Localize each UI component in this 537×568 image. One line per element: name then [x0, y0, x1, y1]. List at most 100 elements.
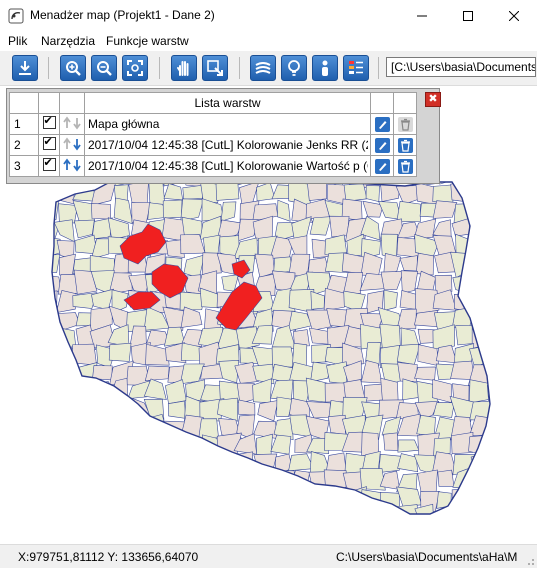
district-region — [198, 418, 219, 439]
path-field[interactable]: [C:\Users\basia\Documents\aHa\M — [386, 57, 536, 77]
layer-order-arrows[interactable] — [59, 155, 85, 177]
toolbar-separator — [48, 57, 49, 79]
district-region — [145, 503, 168, 514]
edit-layer-button[interactable] — [370, 155, 394, 177]
download-button[interactable] — [12, 55, 38, 81]
layers-panel[interactable]: Lista warstw 1 Mapa główna 2 — [6, 88, 441, 184]
district-region — [256, 433, 273, 456]
district-region — [52, 343, 57, 366]
layer-name[interactable]: 2017/10/04 12:45:38 [CutL] Kolorowanie J… — [84, 134, 371, 156]
district-region — [201, 449, 225, 476]
layer-row[interactable]: 2 2017/10/04 12:45:38 [CutL] Kolorowanie… — [9, 134, 417, 156]
district-region — [91, 203, 112, 220]
district-region — [183, 254, 205, 279]
district-region — [220, 201, 237, 222]
district-region — [127, 487, 148, 508]
district-region — [167, 400, 186, 419]
layer-name-text: Mapa główna — [88, 117, 160, 131]
zoom-extent-button[interactable] — [122, 55, 148, 81]
layer-name[interactable]: 2017/10/04 12:45:38 [CutL] Kolorowanie W… — [84, 155, 371, 177]
toolbar-separator — [159, 57, 160, 79]
layer-row[interactable]: 1 Mapa główna — [9, 113, 417, 135]
district-region — [164, 490, 189, 509]
district-region — [52, 324, 63, 347]
layer-row[interactable]: 3 2017/10/04 12:45:38 [CutL] Kolorowanie… — [9, 155, 417, 177]
district-region — [450, 506, 472, 514]
person-button[interactable] — [312, 55, 338, 81]
district-region — [73, 380, 97, 403]
close-layers-panel-button[interactable]: ✖ — [425, 92, 441, 107]
delete-layer-button[interactable] — [393, 134, 417, 156]
district-region — [126, 456, 149, 476]
close-window-button[interactable] — [491, 0, 537, 31]
district-region — [54, 396, 79, 418]
zoom-in-button[interactable] — [60, 55, 86, 81]
zoom-in-icon — [66, 61, 81, 76]
move-down-icon[interactable] — [73, 138, 81, 150]
district-region — [254, 253, 275, 278]
zoom-out-button[interactable] — [91, 55, 117, 81]
bulb-button[interactable] — [281, 55, 307, 81]
district-region — [163, 433, 187, 456]
district-region — [380, 377, 399, 404]
district-region — [90, 491, 116, 507]
pan-button[interactable] — [171, 55, 197, 81]
cursor-coordinates: X:979751,81112 Y: 133656,64070 — [18, 550, 199, 564]
pan-hand-icon — [177, 61, 189, 76]
layer-visibility-checkbox[interactable] — [38, 134, 60, 156]
district-region — [52, 416, 60, 435]
layer-order-arrows[interactable] — [59, 113, 85, 135]
district-region — [218, 360, 240, 384]
district-region — [108, 401, 135, 419]
delete-layer-button[interactable] — [393, 155, 417, 177]
layer-visibility-checkbox[interactable] — [38, 113, 60, 135]
district-region — [220, 452, 239, 475]
district-region — [492, 436, 509, 457]
menu-plik[interactable]: Plik — [8, 34, 27, 48]
toolbar-separator — [378, 57, 379, 79]
layer-visibility-checkbox[interactable] — [38, 155, 60, 177]
resize-grip-icon[interactable] — [525, 556, 535, 566]
district-region — [471, 468, 490, 489]
layer-name[interactable]: Mapa główna — [84, 113, 371, 135]
download-icon — [19, 61, 31, 75]
bulb-icon — [288, 60, 300, 76]
district-region — [54, 486, 81, 513]
district-region — [487, 168, 490, 185]
district-region — [252, 469, 274, 492]
layers-icon — [255, 62, 271, 74]
district-region — [271, 346, 296, 368]
district-region — [148, 490, 167, 512]
district-region — [180, 306, 203, 328]
layer-name-text: 2017/10/04 12:45:38 [CutL] Kolorowanie J… — [88, 138, 368, 152]
move-up-icon[interactable] — [63, 116, 71, 128]
district-region — [414, 366, 436, 381]
maximize-button[interactable] — [445, 0, 491, 31]
district-region — [253, 491, 276, 511]
layer-order-arrows[interactable] — [59, 134, 85, 156]
layers-button[interactable] — [250, 55, 276, 81]
district-region — [488, 504, 490, 514]
district-region — [342, 508, 364, 514]
district-region — [432, 200, 458, 219]
header-cell — [9, 92, 39, 114]
legend-button[interactable] — [343, 55, 369, 81]
menu-narzedzia[interactable]: Narzędzia — [41, 34, 95, 48]
district-region — [397, 439, 420, 453]
select-button[interactable] — [202, 55, 228, 81]
move-down-icon[interactable] — [73, 159, 81, 171]
district-region — [474, 216, 490, 242]
minimize-button[interactable] — [399, 0, 445, 31]
move-up-icon[interactable] — [63, 158, 71, 170]
move-up-icon[interactable] — [63, 137, 71, 149]
menu-funkcje-warstw[interactable]: Funkcje warstw — [106, 34, 189, 48]
district-region — [365, 185, 380, 203]
delete-layer-button[interactable] — [393, 113, 417, 135]
move-down-icon[interactable] — [73, 117, 81, 129]
edit-layer-button[interactable] — [370, 134, 394, 156]
header-cell — [393, 92, 417, 114]
edit-layer-button[interactable] — [370, 113, 394, 135]
district-region — [217, 507, 242, 514]
district-region — [93, 433, 114, 457]
district-region — [324, 504, 350, 514]
